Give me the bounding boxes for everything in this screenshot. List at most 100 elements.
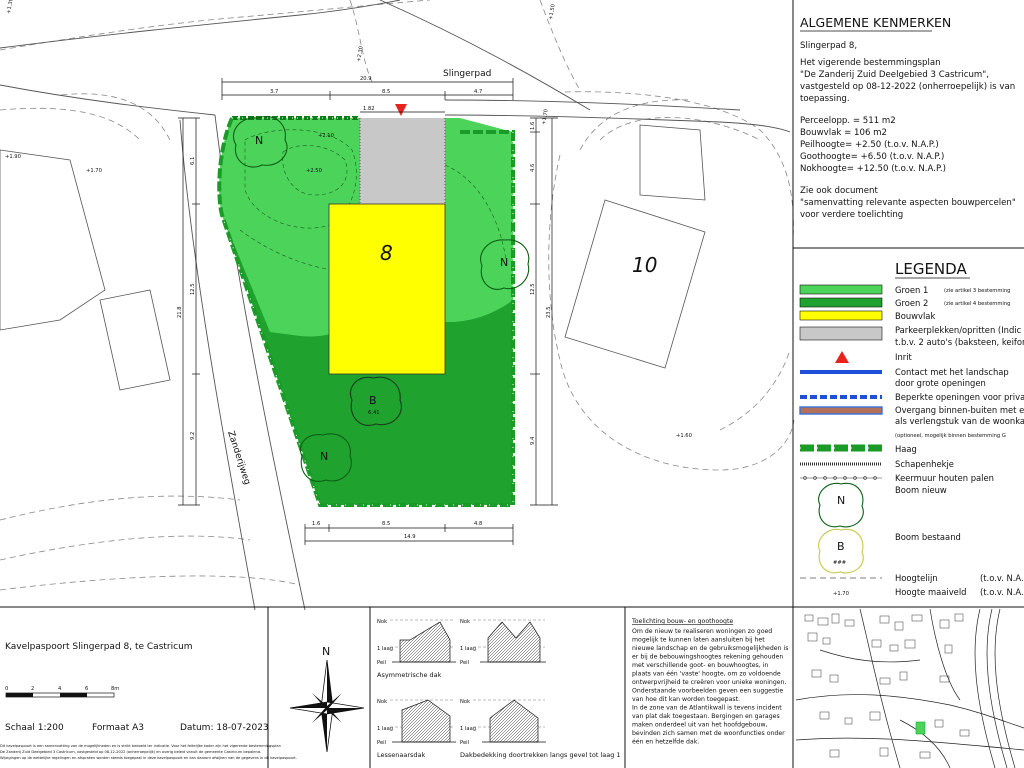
- legend-label: Boom nieuw: [895, 485, 947, 495]
- scale-tick: 6: [85, 686, 88, 692]
- road-label: Zanderijweg: [225, 430, 252, 486]
- toelichting-line: mogelijk te kunnen laten aansluiten bij …: [632, 637, 765, 644]
- location-map: [795, 608, 1024, 768]
- dim-top-3: 4.7: [474, 89, 482, 95]
- roof-caption: Dakbedekking doortrekken langs gevel tot…: [460, 751, 621, 759]
- tree-label-b: B: [369, 394, 377, 407]
- kenmerken-plan-line: vastgesteld op 08-12-2022 (onherroepelij…: [800, 82, 1015, 92]
- legend-label: Schapenhekje: [895, 459, 954, 469]
- tree-label-n3: N: [320, 450, 328, 463]
- algemene-kenmerken-panel: ALGEMENE KENMERKEN Slingerpad 8, Het vig…: [800, 15, 1016, 220]
- footer-disclaimer: Wijzigingen op de wettelijke regelingen …: [0, 756, 297, 760]
- north-label: N: [322, 645, 330, 658]
- toelichting-line: maken onderdeel uit van het hoofdgebouw,: [632, 722, 768, 729]
- toelichting-line: ontwerpvrijheid te creëren voor unieke w…: [632, 679, 786, 686]
- roof-level-label: Nok: [460, 699, 470, 705]
- kenmerken-value: Goothoogte= +6.50 (t.o.v. N.A.P.): [800, 152, 944, 162]
- title-block: Kavelpaspoort Slingerpad 8, te Castricum…: [0, 642, 297, 760]
- legend-tree-new-letter: N: [837, 494, 845, 507]
- neighbor-house-10: [564, 199, 706, 369]
- footer-date: Datum: 18-07-2023: [180, 723, 269, 733]
- dim-bottom-1: 1.6: [312, 521, 320, 527]
- kenmerken-doc-line: "samenvatting relevante aspecten bouwper…: [800, 198, 1016, 208]
- legend-swatch-groen2: [799, 297, 883, 308]
- roof-dakbedekking: Nok 1 laag Peil Dakbedekking doortrekken…: [460, 699, 621, 759]
- dim-right-2: 4.6: [530, 164, 536, 172]
- legend-label: Beperkte openingen voor priva: [895, 392, 1024, 402]
- legenda-title: LEGENDA: [895, 260, 967, 278]
- dim-bottom-total: 14.9: [404, 534, 416, 540]
- dim-left-3: 9.2: [190, 432, 196, 440]
- spot-height-1: +1.90: [5, 154, 21, 160]
- toelichting-line: plaats van één 'vaste' hoogte, om zo vol…: [632, 670, 781, 678]
- scale-bar: [5, 692, 115, 698]
- toelichting-title: Toelichting bouw- en goothoogte: [631, 618, 733, 625]
- dim-top-2: 8.5: [382, 89, 390, 95]
- dim-bottom-3: 4.8: [474, 521, 482, 527]
- kenmerken-plan-line: Het vigerende bestemmingsplan: [800, 58, 941, 68]
- legend-swatch-parkeer: [799, 326, 883, 341]
- rotated-height-4: +1.70: [541, 109, 550, 126]
- legend-label: Parkeerplekken/opritten (Indic: [895, 325, 1022, 335]
- roof-examples: Nok 1 laag Peil Asymmetrische dak Nok 1 …: [377, 619, 621, 759]
- roof-asymmetric: Nok 1 laag Peil Asymmetrische dak: [377, 619, 456, 679]
- dim-right-1: 1.6: [530, 122, 536, 130]
- dim-right-3: 12.5: [530, 283, 536, 295]
- legend-inrit-icon: [835, 351, 849, 363]
- kenmerken-doc-line: Zie ook document: [800, 186, 879, 196]
- toelichting-block: Toelichting bouw- en goothoogte Om de ni…: [631, 618, 788, 746]
- legend-label: Overgang binnen-buiten met een: [895, 405, 1024, 415]
- kenmerken-doc-line: voor verdere toelichting: [800, 210, 903, 220]
- legend-label: Groen 2: [895, 298, 928, 308]
- roof-sym: Nok 1 laag Peil: [460, 619, 546, 666]
- scale-tick: 4: [58, 686, 62, 692]
- dim-right-total: 23.5: [546, 306, 552, 318]
- legend-label: door grote openingen: [895, 378, 986, 388]
- roof-level-label: Peil: [377, 740, 386, 746]
- neighbor-number: 10: [632, 253, 657, 277]
- footer-scale: Schaal 1:200: [5, 723, 64, 733]
- kenmerken-title: ALGEMENE KENMERKEN: [800, 15, 951, 30]
- bouwvlak: [328, 203, 446, 375]
- rotated-height-2: +2.30: [356, 46, 365, 63]
- tree-label-n2: N: [500, 256, 508, 269]
- rotated-height-1: +1.30: [6, 0, 15, 14]
- legend-label: Haag: [895, 444, 917, 454]
- kenmerken-address: Slingerpad 8,: [800, 41, 857, 51]
- parking-driveway: [360, 118, 445, 204]
- legend-swatch-keermuur: [800, 476, 882, 480]
- location-map-plot-marker: [915, 721, 926, 735]
- kenmerken-plan-line: "De Zanderij Zuid Deelgebied 3 Castricum…: [800, 70, 989, 80]
- legend-label: t.b.v. 2 auto's (baksteen, keiforma: [895, 337, 1024, 347]
- scale-tick: 0: [5, 686, 8, 692]
- toelichting-line: één en hetzelfde dak.: [632, 738, 699, 746]
- tree-existing-height: 6.41: [368, 410, 380, 416]
- toelichting-line: nieuwe landschap en de gebruiksmogelijkh…: [632, 645, 788, 652]
- legend-label: Hoogte maaiveld: [895, 587, 966, 597]
- legend-note: (zie artikel 3 bestemming: [944, 288, 1010, 294]
- neighbor-annex: [99, 289, 171, 391]
- footer-disclaimer: Dit kavelpaspoort is een samenvatting va…: [0, 744, 281, 748]
- dim-top-1: 3.7: [270, 89, 278, 95]
- north-arrow-icon: N: [289, 645, 365, 753]
- dim-right-4: 9.4: [530, 436, 536, 445]
- legenda-panel: LEGENDA Groen 1 (zie artikel 3 bestemmin…: [799, 260, 1024, 597]
- kenmerken-value: Peilhoogte= +2.50 (t.o.v. N.A.P.): [800, 140, 939, 150]
- legend-label: Bouwvlak: [895, 311, 935, 321]
- dim-182: 1.82: [363, 106, 375, 112]
- tree-label-n1: N: [255, 134, 263, 147]
- legend-label: Groen 1: [895, 285, 928, 295]
- legend-label: Boom bestaand: [895, 532, 961, 542]
- footer-title: Kavelpaspoort Slingerpad 8, te Castricum: [5, 642, 193, 652]
- toelichting-line: met verschillende goot- en bouwhoogtes, …: [632, 662, 768, 669]
- spot-height-2: +1.70: [86, 168, 102, 174]
- dim-left-1: 6.1: [190, 157, 196, 165]
- neighbor-shed: [639, 124, 706, 201]
- kenmerken-plan-line: toepassing.: [800, 94, 850, 104]
- toelichting-line: Om de nieuw te realiseren woningen zo go…: [632, 628, 772, 635]
- roof-level-label: Nok: [377, 699, 387, 705]
- legend-tree-existing-letter: B: [837, 540, 845, 553]
- neighbor-house-left: [0, 149, 106, 331]
- toelichting-line: van hoe dit kan worden toegepast.: [632, 696, 740, 703]
- legend-note: (t.o.v. N.A.P: [980, 573, 1024, 583]
